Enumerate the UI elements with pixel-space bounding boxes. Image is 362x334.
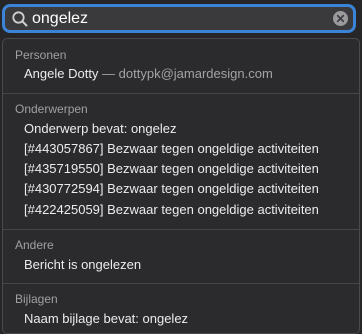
suggestion-subject-item[interactable]: [#422425059] Bezwaar tegen ongeldige act… <box>24 202 319 218</box>
person-email: dottypk@jamardesign.com <box>118 66 273 81</box>
section-title-onderwerpen: Onderwerpen <box>15 102 88 116</box>
suggestion-subject-contains[interactable]: Onderwerp bevat: ongelez <box>24 121 176 137</box>
section-divider <box>3 93 359 94</box>
suggestion-unread[interactable]: Bericht is ongelezen <box>24 257 141 273</box>
section-divider <box>3 229 359 230</box>
search-input[interactable]: ongelez <box>32 9 88 28</box>
suggestion-subject-item[interactable]: [#435719550] Bezwaar tegen ongeldige act… <box>24 161 319 177</box>
suggestion-subject-item[interactable]: [#430772594] Bezwaar tegen ongeldige act… <box>24 181 319 197</box>
suggestions-panel: Personen Angele Dotty — dottypk@jamardes… <box>2 38 360 334</box>
person-separator: — <box>98 66 119 81</box>
section-title-andere: Andere <box>15 238 54 252</box>
section-divider <box>3 283 359 284</box>
clear-search-icon[interactable] <box>333 11 348 26</box>
suggestion-person[interactable]: Angele Dotty — dottypk@jamardesign.com <box>24 66 273 82</box>
person-name: Angele Dotty <box>24 66 99 81</box>
suggestion-subject-item[interactable]: [#443057867] Bezwaar tegen ongeldige act… <box>24 141 319 157</box>
section-title-bijlagen: Bijlagen <box>15 292 58 306</box>
mail-search-popover: ongelez Personen Angele Dotty — dottypk@… <box>0 0 362 334</box>
suggestion-attachment-name[interactable]: Naam bijlage bevat: ongelez <box>24 311 188 327</box>
search-field[interactable]: ongelez <box>2 4 356 33</box>
section-title-personen: Personen <box>15 48 67 62</box>
search-icon <box>12 11 28 27</box>
search-bar: ongelez <box>0 0 362 40</box>
